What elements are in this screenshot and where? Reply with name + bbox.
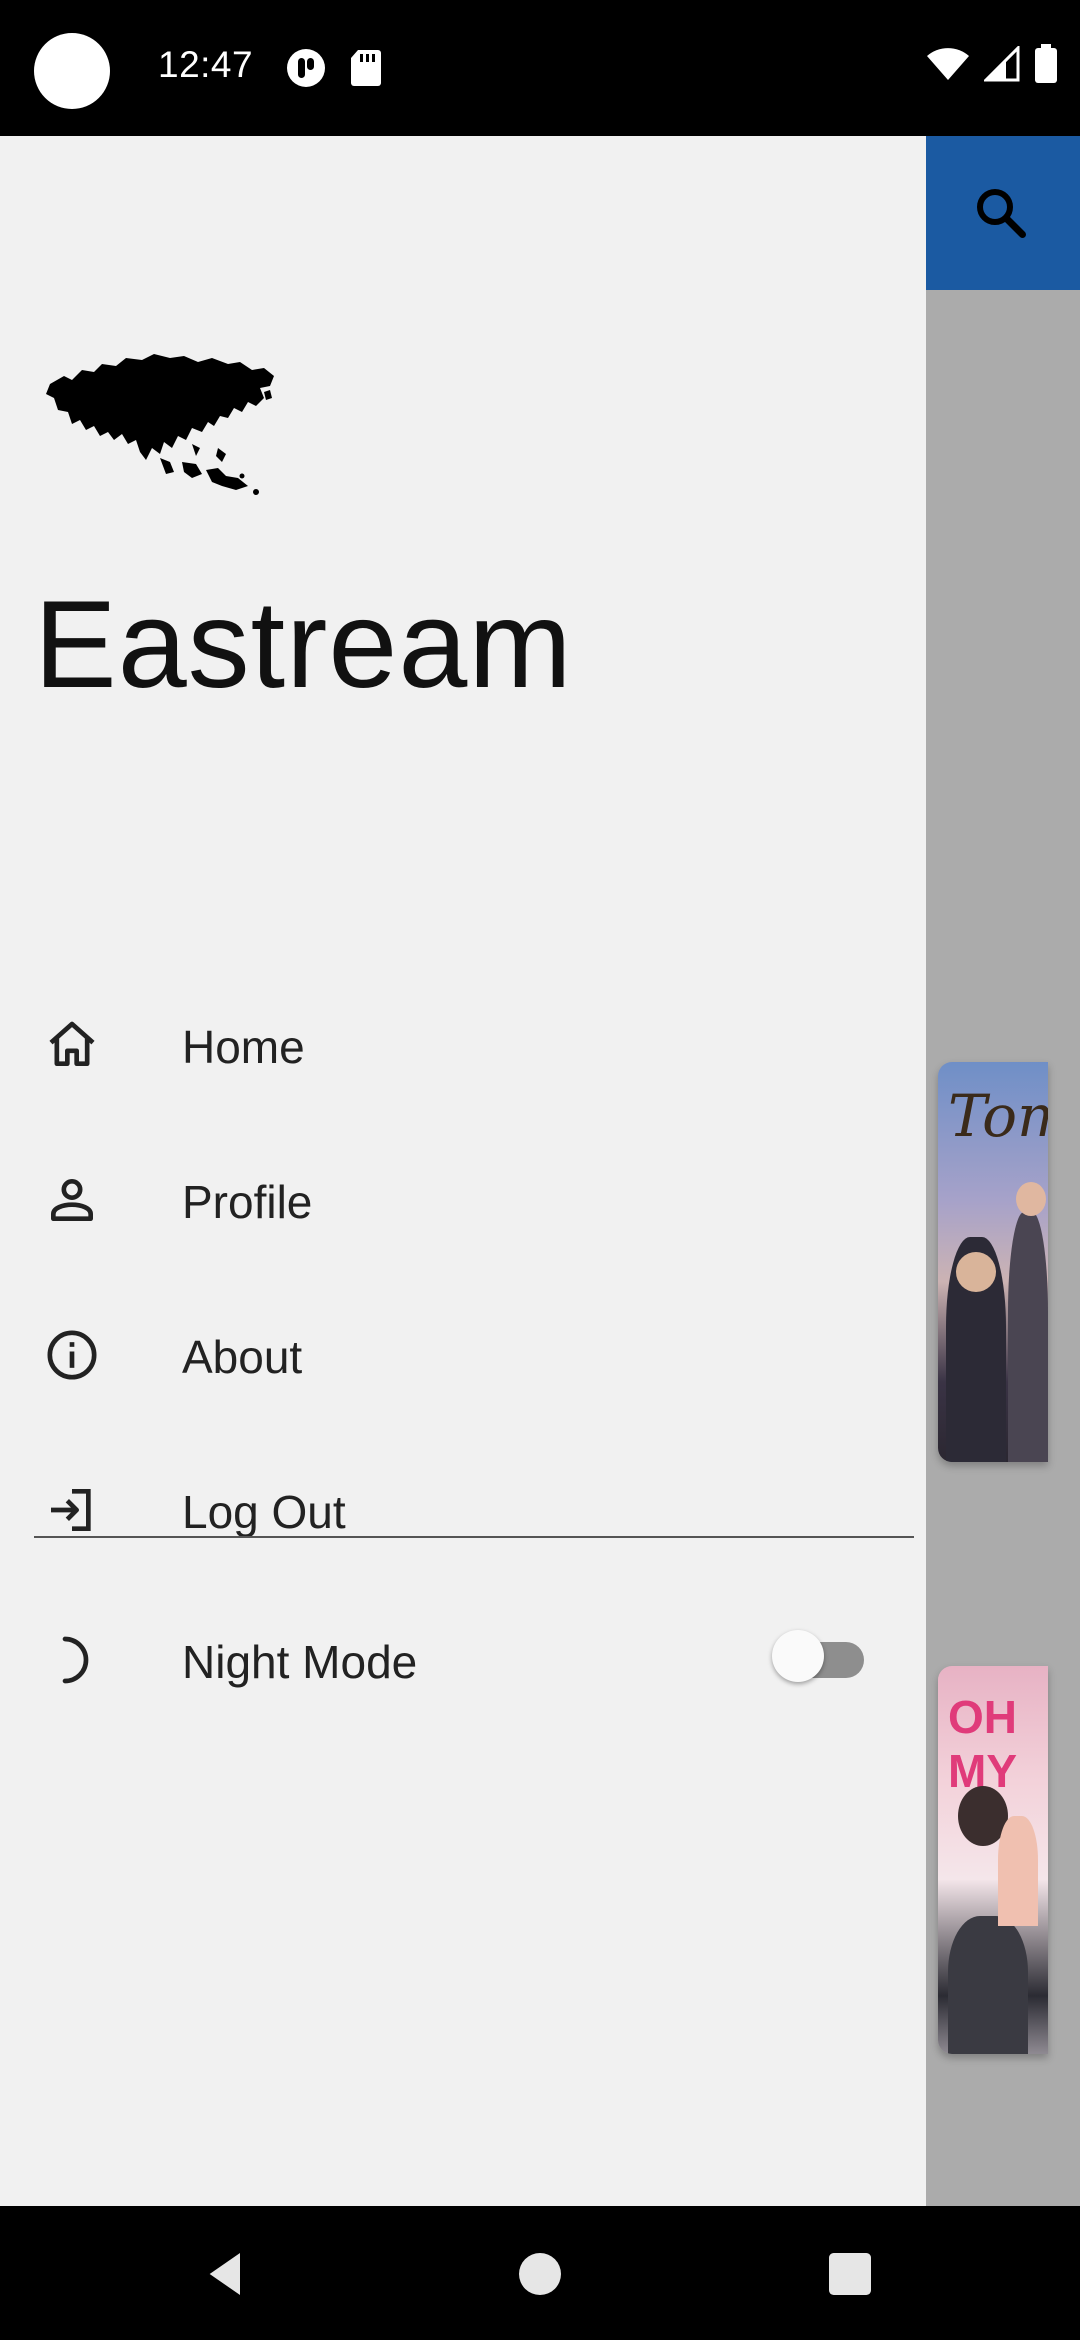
navigation-drawer: Eastream Home Profile About Log Out Nigh… <box>0 136 926 2206</box>
logout-icon <box>51 1489 91 1531</box>
drawer-item-label: Log Out <box>182 1486 346 1538</box>
drawer-item-profile[interactable]: Profile <box>0 1125 926 1275</box>
screen: 12:47 To OH MY Eastream Home Profile Abo… <box>0 0 1080 2340</box>
night-mode-toggle[interactable] <box>772 1630 864 1682</box>
asia-map-logo <box>46 354 274 495</box>
poster-card[interactable]: Tom <box>938 1062 1048 1462</box>
sd-card-icon <box>351 50 381 86</box>
back-icon[interactable] <box>198 2246 254 2302</box>
system-nav-bar <box>0 2206 1080 2340</box>
battery-icon <box>1035 44 1057 83</box>
drawer-item-label: Night Mode <box>182 1636 418 1688</box>
drawer-item-label: Home <box>182 1021 305 1073</box>
poster-card[interactable]: OH MY <box>938 1666 1048 2054</box>
moon-icon <box>62 1636 89 1684</box>
camera-cutout <box>34 33 110 109</box>
home-circle-icon[interactable] <box>512 2246 568 2302</box>
person-icon <box>51 1179 93 1221</box>
drawer-item-logout[interactable]: Log Out <box>0 1435 926 1585</box>
drawer-item-label: Profile <box>182 1176 313 1228</box>
drawer-item-home[interactable]: Home <box>0 970 926 1120</box>
status-bar: 12:47 <box>0 0 1080 136</box>
poster-title: OH MY <box>948 1691 1017 1797</box>
search-icon[interactable] <box>970 182 1030 242</box>
info-icon <box>47 1330 97 1380</box>
wifi-icon <box>927 48 969 80</box>
drawer-divider <box>34 1536 914 1538</box>
status-time: 12:47 <box>158 44 254 85</box>
notification-app-icon <box>287 49 325 87</box>
poster-title: Tom <box>948 1082 1048 1150</box>
toggle-thumb <box>772 1630 824 1682</box>
home-icon <box>49 1021 95 1066</box>
drawer-item-label: About <box>182 1331 303 1383</box>
signal-icon <box>984 46 1020 82</box>
drawer-item-about[interactable]: About <box>0 1280 926 1430</box>
app-title: Eastream <box>34 576 573 714</box>
recents-icon[interactable] <box>822 2246 878 2302</box>
